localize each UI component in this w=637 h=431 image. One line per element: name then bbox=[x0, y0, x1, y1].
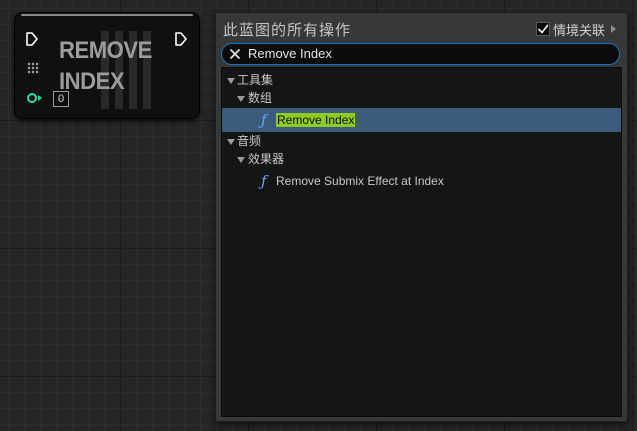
tree-action-remove-submix-effect[interactable]: ƒ Remove Submix Effect at Index bbox=[222, 169, 621, 193]
node-header-line bbox=[21, 14, 193, 16]
context-sensitive-toggle[interactable]: 情境关联 bbox=[535, 21, 616, 38]
index-value-field[interactable]: 0 bbox=[53, 91, 69, 107]
node-title-line1: REMOVE bbox=[59, 37, 152, 64]
menu-header: 此蓝图的所有操作 bbox=[223, 22, 352, 39]
expand-triangle-icon[interactable] bbox=[227, 139, 235, 145]
action-tree-list[interactable]: 工具集 数组 ƒ Remove Index 音频 效果器 ƒ Remove Su… bbox=[221, 67, 622, 417]
node-title: REMOVE INDEX bbox=[59, 35, 160, 97]
context-sensitive-checkbox[interactable] bbox=[535, 22, 550, 36]
index-input-pin-icon[interactable] bbox=[27, 93, 37, 103]
tree-action-label: Remove Submix Effect at Index bbox=[276, 174, 444, 188]
search-box[interactable] bbox=[221, 43, 620, 65]
expand-triangle-icon[interactable] bbox=[237, 157, 245, 163]
search-input[interactable] bbox=[248, 44, 608, 64]
tree-category-label: 工具集 bbox=[237, 73, 274, 87]
tree-category-array[interactable]: 数组 bbox=[222, 89, 621, 107]
tree-category-label: 效果器 bbox=[248, 152, 285, 166]
exec-input-pin-icon[interactable] bbox=[25, 31, 39, 47]
tree-category-label: 数组 bbox=[248, 91, 273, 105]
checkmark-icon bbox=[538, 24, 549, 34]
tree-action-remove-index[interactable]: ƒ Remove Index bbox=[222, 108, 621, 132]
chevron-right-icon[interactable] bbox=[611, 25, 616, 33]
clear-search-icon[interactable] bbox=[229, 48, 241, 60]
array-input-pin-icon[interactable] bbox=[27, 62, 39, 74]
tree-category-audio[interactable]: 音频 bbox=[222, 132, 621, 150]
tree-category-tools[interactable]: 工具集 bbox=[222, 71, 621, 89]
index-pin-arrow-icon bbox=[38, 95, 42, 101]
expand-triangle-icon[interactable] bbox=[237, 96, 245, 102]
blueprint-action-menu: 此蓝图的所有操作 情境关联 工具集 数组 ƒ Remove I bbox=[215, 12, 628, 422]
remove-index-node[interactable]: REMOVE INDEX 0 bbox=[14, 12, 200, 119]
function-icon: ƒ bbox=[261, 172, 267, 190]
tree-category-label: 音频 bbox=[237, 134, 262, 148]
function-icon: ƒ bbox=[261, 111, 267, 129]
exec-output-pin-icon[interactable] bbox=[174, 31, 188, 47]
tree-action-label: Remove Index bbox=[276, 113, 356, 127]
expand-triangle-icon[interactable] bbox=[227, 78, 235, 84]
context-sensitive-label: 情境关联 bbox=[552, 22, 605, 38]
node-title-line2: INDEX bbox=[59, 68, 125, 95]
tree-category-effects[interactable]: 效果器 bbox=[222, 150, 621, 168]
